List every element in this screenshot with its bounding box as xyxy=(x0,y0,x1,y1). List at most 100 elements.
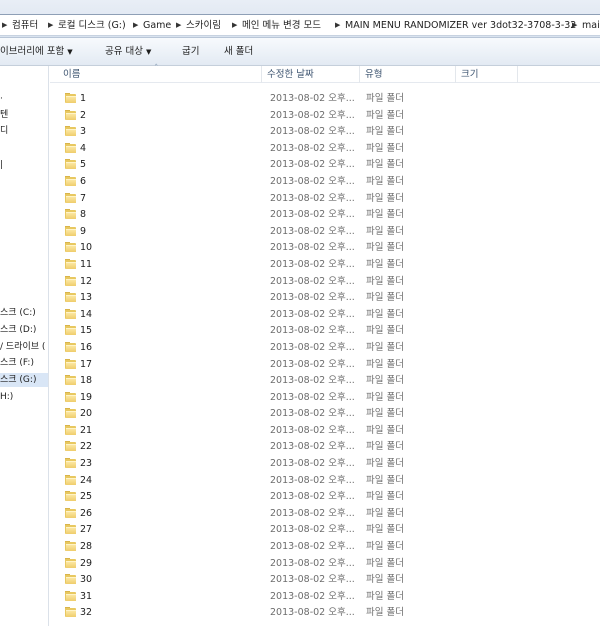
burn-button[interactable]: 굽기 xyxy=(182,46,199,58)
column-size[interactable]: 크기 xyxy=(456,66,518,83)
new-folder-button[interactable]: 새 폴더 xyxy=(224,46,253,58)
list-item[interactable]: 9 2013-08-02 오후... 파일 폴더 xyxy=(50,223,600,240)
list-item[interactable]: 18 2013-08-02 오후... 파일 폴더 xyxy=(50,372,600,389)
file-date-modified: 2013-08-02 오후... xyxy=(270,375,355,387)
file-name: 13 xyxy=(80,292,93,304)
folder-icon xyxy=(65,557,76,568)
list-item[interactable]: 3 2013-08-02 오후... 파일 폴더 xyxy=(50,123,600,140)
nav-item-drive-f[interactable]: 스크 (F:) xyxy=(0,356,34,370)
list-item[interactable]: 25 2013-08-02 오후... 파일 폴더 xyxy=(50,488,600,505)
navigation-pane[interactable]: · 텐 디 | 스크 (C:) 스크 (D:) / 드라이브 ( 스크 (F:)… xyxy=(0,66,49,626)
list-item[interactable]: 24 2013-08-02 오후... 파일 폴더 xyxy=(50,472,600,489)
list-item[interactable]: 15 2013-08-02 오후... 파일 폴더 xyxy=(50,322,600,339)
list-item[interactable]: 30 2013-08-02 오후... 파일 폴더 xyxy=(50,571,600,588)
list-item[interactable]: 20 2013-08-02 오후... 파일 폴더 xyxy=(50,405,600,422)
list-item[interactable]: 23 2013-08-02 오후... 파일 폴더 xyxy=(50,455,600,472)
chevron-right-icon[interactable]: ▶ xyxy=(48,19,53,32)
file-type: 파일 폴더 xyxy=(366,557,404,569)
command-toolbar: 이브러리에 포함 ▼ 공유 대상 ▼ 굽기 새 폴더 xyxy=(0,38,600,66)
nav-item-drive-c[interactable]: 스크 (C:) xyxy=(0,306,36,320)
file-name: 31 xyxy=(80,590,93,602)
list-item[interactable]: 10 2013-08-02 오후... 파일 폴더 xyxy=(50,239,600,256)
file-date-modified: 2013-08-02 오후... xyxy=(270,458,355,470)
folder-icon xyxy=(65,491,76,502)
breadcrumb[interactable]: ▶ 컴퓨터 ▶ 로컬 디스크 (G:) ▶ Game ▶ 스카이림 ▶ 메인 메… xyxy=(0,14,600,36)
list-item[interactable]: 22 2013-08-02 오후... 파일 폴더 xyxy=(50,438,600,455)
list-item[interactable]: 1 2013-08-02 오후... 파일 폴더 xyxy=(50,90,600,107)
nav-item-homegroup[interactable]: | xyxy=(0,158,3,172)
nav-item-drive-h[interactable]: H:) xyxy=(0,390,13,404)
file-date-modified: 2013-08-02 오후... xyxy=(270,391,355,403)
file-date-modified: 2013-08-02 오후... xyxy=(270,192,355,204)
list-item[interactable]: 32 2013-08-02 오후... 파일 폴더 xyxy=(50,604,600,621)
share-with-label: 공유 대상 xyxy=(105,46,143,57)
list-item[interactable]: 16 2013-08-02 오후... 파일 폴더 xyxy=(50,339,600,356)
list-item[interactable]: 12 2013-08-02 오후... 파일 폴더 xyxy=(50,273,600,290)
file-type: 파일 폴더 xyxy=(366,258,404,270)
list-item[interactable]: 6 2013-08-02 오후... 파일 폴더 xyxy=(50,173,600,190)
list-item[interactable]: 29 2013-08-02 오후... 파일 폴더 xyxy=(50,555,600,572)
chevron-right-icon[interactable]: ▶ xyxy=(2,19,7,32)
list-item[interactable]: 19 2013-08-02 오후... 파일 폴더 xyxy=(50,389,600,406)
nav-item-drive-g[interactable]: 스크 (G:) xyxy=(0,373,48,387)
file-list[interactable]: 1 2013-08-02 오후... 파일 폴더 2 2013-08-02 오후... 파… xyxy=(50,90,600,626)
file-name: 1 xyxy=(80,93,87,104)
file-type: 파일 폴더 xyxy=(366,192,404,204)
chevron-right-icon[interactable]: ▶ xyxy=(176,19,181,32)
file-name: 29 xyxy=(80,557,93,569)
breadcrumb-item-randomizer[interactable]: MAIN MENU RANDOMIZER ver 3dot32-3708-3-3… xyxy=(345,19,576,32)
breadcrumb-item-computer[interactable]: 컴퓨터 xyxy=(12,19,38,32)
list-item[interactable]: 4 2013-08-02 오후... 파일 폴더 xyxy=(50,140,600,157)
breadcrumb-item-mainmenu-mod[interactable]: 메인 메뉴 변경 모드 xyxy=(242,19,321,32)
chevron-right-icon[interactable]: ▶ xyxy=(133,19,138,32)
nav-item-drive-d[interactable]: 스크 (D:) xyxy=(0,323,36,337)
file-type: 파일 폴더 xyxy=(366,541,404,553)
list-item[interactable]: 13 2013-08-02 오후... 파일 폴더 xyxy=(50,289,600,306)
list-item[interactable]: 11 2013-08-02 오후... 파일 폴더 xyxy=(50,256,600,273)
folder-icon xyxy=(65,391,76,402)
list-item[interactable]: 17 2013-08-02 오후... 파일 폴더 xyxy=(50,356,600,373)
include-in-library-button[interactable]: 이브러리에 포함 ▼ xyxy=(0,46,73,58)
chevron-right-icon[interactable]: ▶ xyxy=(335,19,340,32)
breadcrumb-item-drive-g[interactable]: 로컬 디스크 (G:) xyxy=(58,19,126,32)
file-name: 9 xyxy=(80,225,87,237)
list-item[interactable]: 5 2013-08-02 오후... 파일 폴더 xyxy=(50,156,600,173)
breadcrumb-item-skyrim[interactable]: 스카이림 xyxy=(186,19,221,32)
list-item[interactable]: 26 2013-08-02 오후... 파일 폴더 xyxy=(50,505,600,522)
breadcrumb-item-current[interactable]: mai xyxy=(582,19,600,32)
nav-item-library[interactable]: 텐 xyxy=(0,108,8,122)
chevron-right-icon[interactable]: ▶ xyxy=(572,19,577,32)
file-name: 22 xyxy=(80,441,93,453)
folder-icon xyxy=(65,524,76,535)
file-date-modified: 2013-08-02 오후... xyxy=(270,258,355,270)
list-item[interactable]: 27 2013-08-02 오후... 파일 폴더 xyxy=(50,521,600,538)
file-date-modified: 2013-08-02 오후... xyxy=(270,175,355,187)
file-type: 파일 폴더 xyxy=(366,441,404,453)
nav-item-dvd-drive[interactable]: / 드라이브 ( xyxy=(0,340,45,354)
breadcrumb-item-game[interactable]: Game xyxy=(143,19,171,32)
file-type: 파일 폴더 xyxy=(366,142,404,154)
column-name[interactable]: 이름 xyxy=(58,66,262,83)
column-type[interactable]: 유형 xyxy=(360,66,456,83)
file-date-modified: 2013-08-02 오후... xyxy=(270,541,355,553)
list-item[interactable]: 28 2013-08-02 오후... 파일 폴더 xyxy=(50,538,600,555)
file-date-modified: 2013-08-02 오후... xyxy=(270,109,355,121)
share-with-button[interactable]: 공유 대상 ▼ xyxy=(105,46,151,58)
folder-icon xyxy=(65,225,76,236)
column-date-modified[interactable]: 수정한 날짜 xyxy=(262,66,360,83)
nav-item-library-2[interactable]: 디 xyxy=(0,124,8,138)
list-item[interactable]: 31 2013-08-02 오후... 파일 폴더 xyxy=(50,588,600,605)
list-item[interactable]: 2 2013-08-02 오후... 파일 폴더 xyxy=(50,107,600,124)
list-item[interactable]: 7 2013-08-02 오후... 파일 폴더 xyxy=(50,190,600,207)
file-date-modified: 2013-08-02 오후... xyxy=(270,308,355,320)
file-type: 파일 폴더 xyxy=(366,93,404,104)
list-item[interactable]: 14 2013-08-02 오후... 파일 폴더 xyxy=(50,306,600,323)
chevron-right-icon[interactable]: ▶ xyxy=(232,19,237,32)
file-name: 7 xyxy=(80,192,87,204)
list-item[interactable]: 8 2013-08-02 오후... 파일 폴더 xyxy=(50,206,600,223)
folder-icon xyxy=(65,458,76,469)
folder-icon xyxy=(65,93,76,103)
file-name: 24 xyxy=(80,474,93,486)
nav-item-favorites[interactable]: · xyxy=(0,92,3,106)
list-item[interactable]: 21 2013-08-02 오후... 파일 폴더 xyxy=(50,422,600,439)
